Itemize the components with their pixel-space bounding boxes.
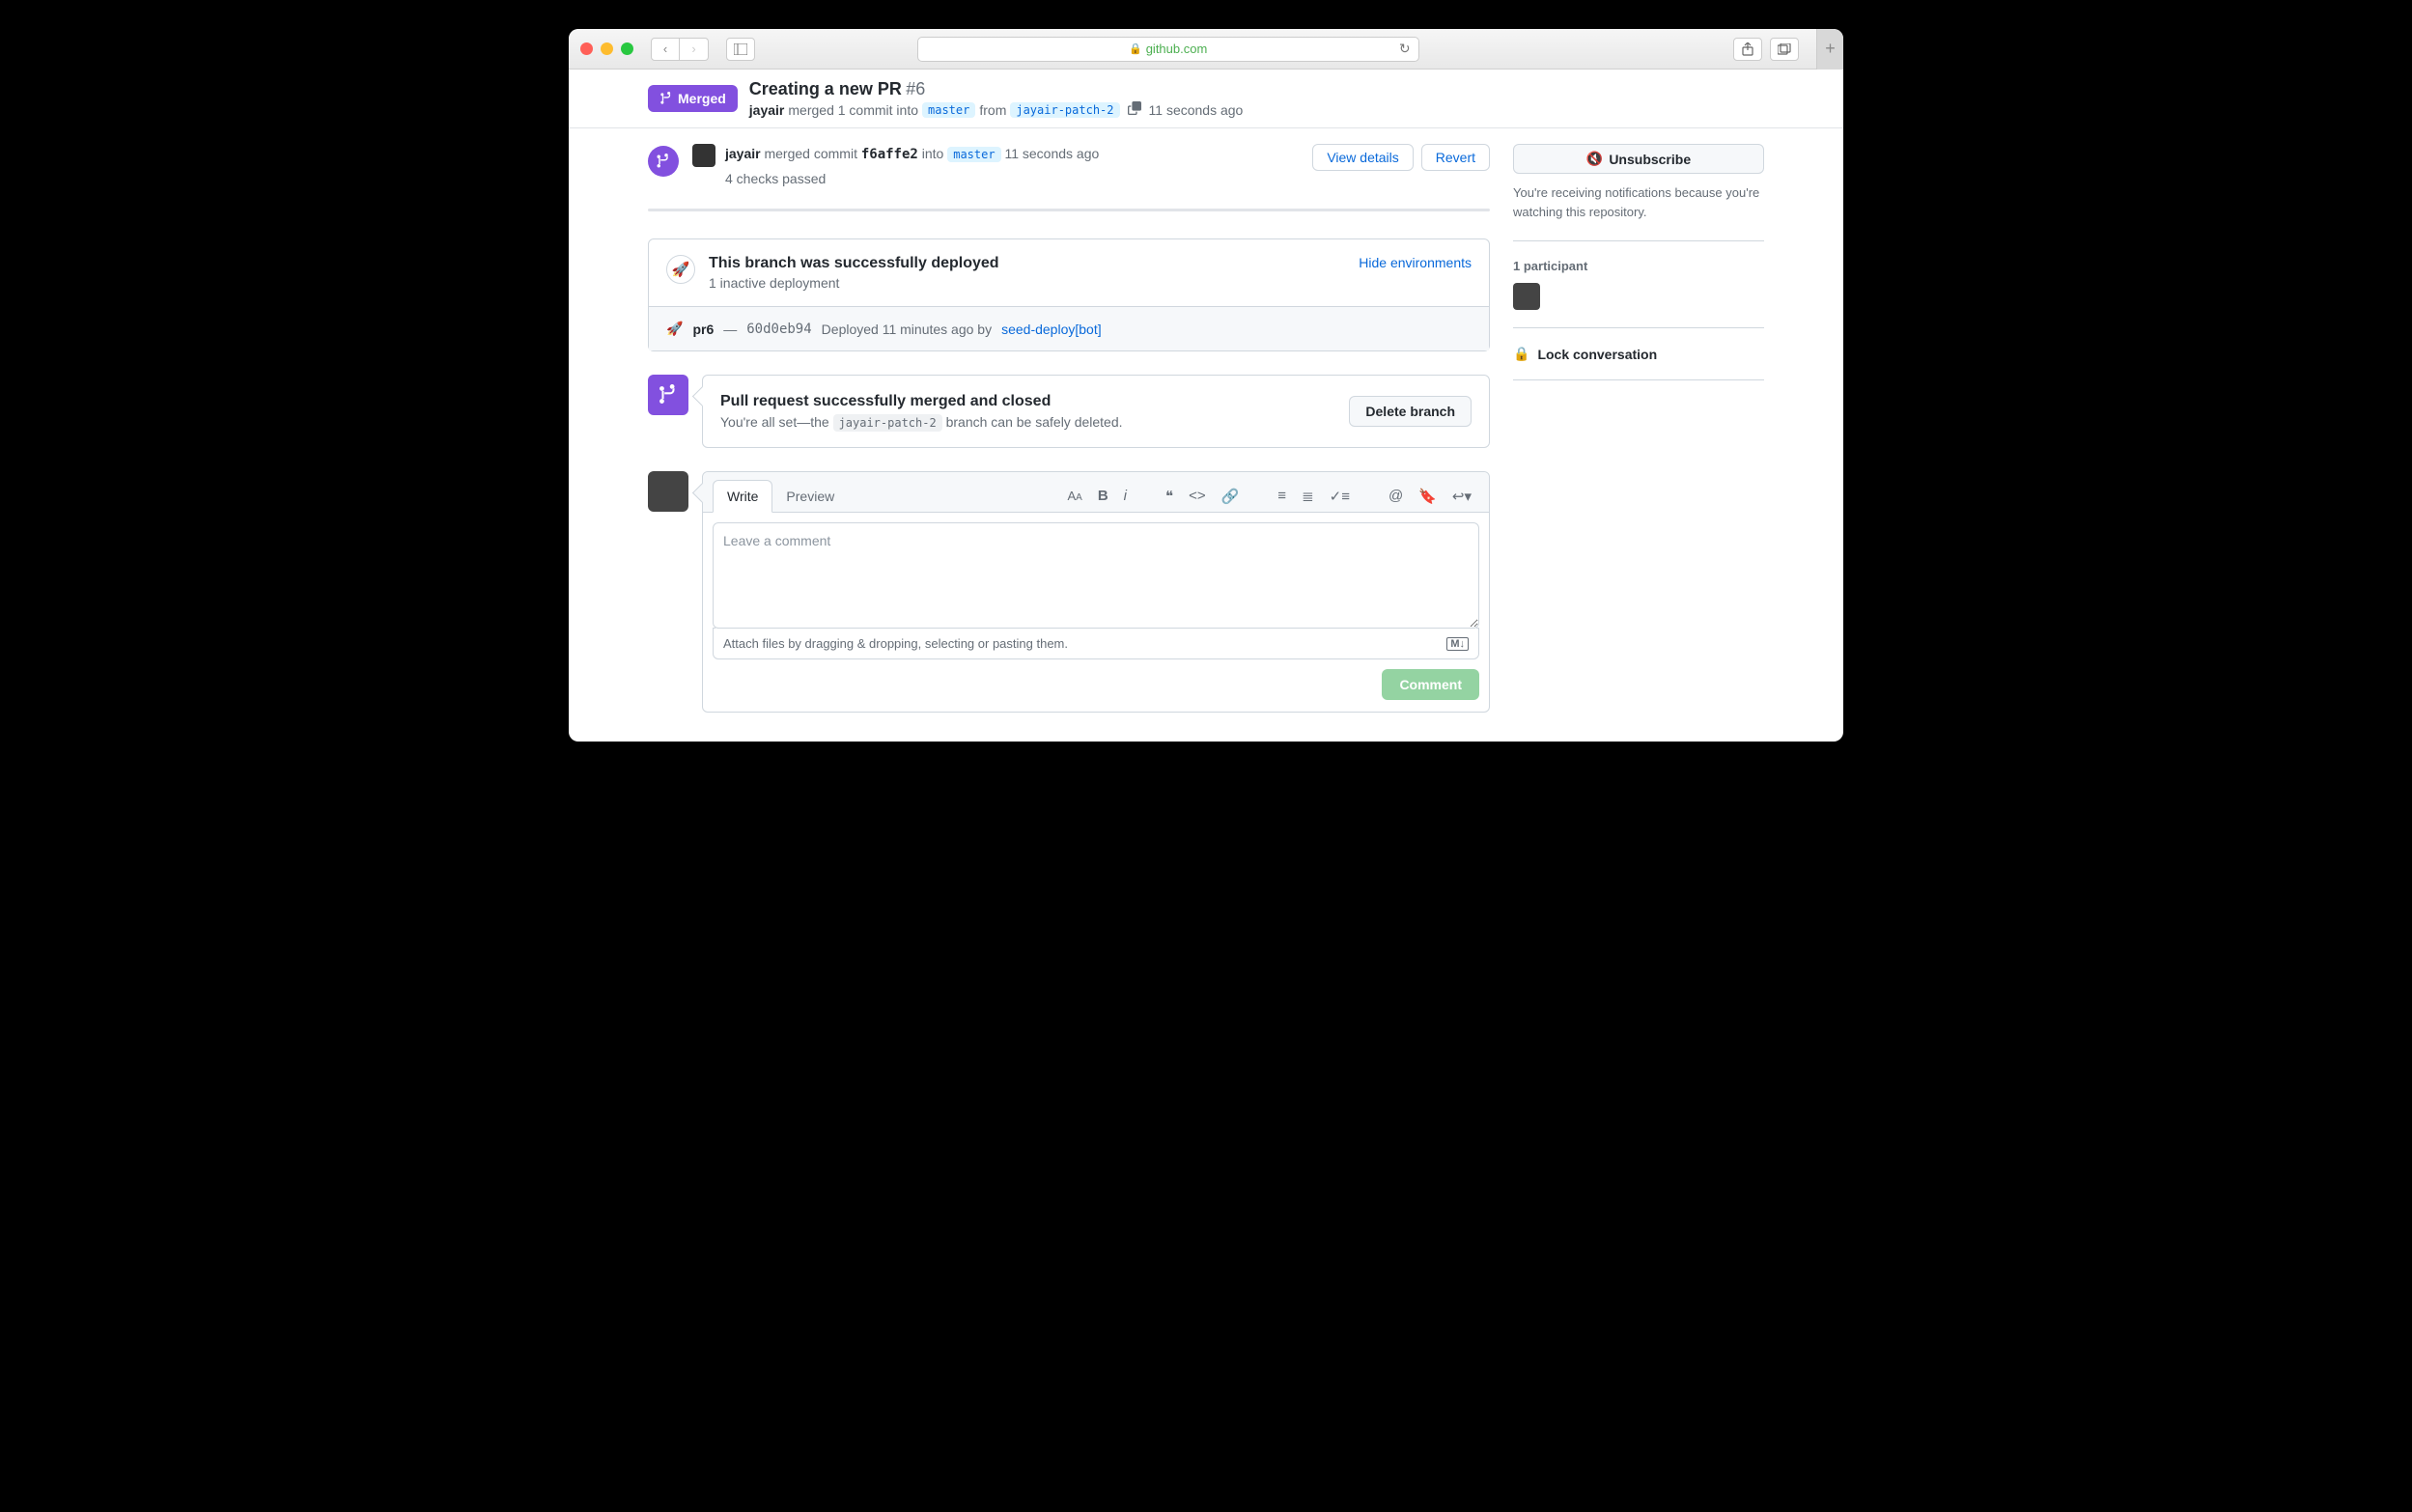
- avatar[interactable]: [692, 144, 715, 167]
- sidebar-divider: [1513, 379, 1764, 380]
- env-name[interactable]: pr6: [692, 322, 714, 337]
- participant-avatar[interactable]: [1513, 283, 1540, 310]
- copy-icon[interactable]: [1128, 101, 1141, 118]
- subscription-reason: You're receiving notifications because y…: [1513, 183, 1764, 221]
- preview-tab[interactable]: Preview: [772, 481, 848, 512]
- reload-icon[interactable]: ↻: [1399, 41, 1411, 57]
- event-author[interactable]: jayair: [725, 146, 761, 161]
- attach-hint[interactable]: Attach files by dragging & dropping, sel…: [713, 628, 1479, 659]
- timeline-divider: [648, 209, 1490, 211]
- lock-icon: 🔒: [1129, 42, 1142, 55]
- timeline-merge-event: jayair merged commit f6affe2 into master…: [648, 144, 1490, 189]
- bold-icon[interactable]: B: [1098, 488, 1108, 504]
- deletable-branch-tag: jayair-patch-2: [833, 414, 942, 432]
- view-details-button[interactable]: View details: [1312, 144, 1413, 171]
- merge-summary: Pull request successfully merged and clo…: [648, 375, 1490, 448]
- zoom-window-icon[interactable]: [621, 42, 633, 55]
- merged-badge-label: Merged: [678, 91, 726, 106]
- link-icon[interactable]: 🔗: [1221, 488, 1240, 505]
- forward-button[interactable]: ›: [680, 38, 709, 61]
- share-button[interactable]: [1733, 38, 1762, 61]
- deploy-title: This branch was successfully deployed: [709, 255, 999, 272]
- pr-title: Creating a new PR: [749, 79, 902, 98]
- window-controls: [580, 42, 633, 55]
- ol-icon[interactable]: ≣: [1302, 488, 1314, 505]
- sidebar: 🔇 Unsubscribe You're receiving notificat…: [1513, 144, 1764, 713]
- deploy-bot-link[interactable]: seed-deploy[bot]: [1001, 322, 1102, 337]
- formatting-toolbar: AA B i ❝ <> 🔗 ≡ ≣ ✓≡: [1067, 488, 1479, 505]
- italic-icon[interactable]: i: [1124, 488, 1127, 504]
- target-branch-tag[interactable]: master: [947, 147, 1000, 162]
- deployment-row: 🚀 pr6 — 60d0eb94 Deployed 11 minutes ago…: [649, 306, 1489, 350]
- merge-large-icon: [648, 375, 688, 415]
- pr-time: 11 seconds ago: [1149, 102, 1244, 118]
- ul-icon[interactable]: ≡: [1277, 488, 1286, 504]
- heading-icon[interactable]: AA: [1067, 489, 1081, 503]
- quote-icon[interactable]: ❝: [1165, 488, 1173, 505]
- back-button[interactable]: ‹: [651, 38, 680, 61]
- commit-hash[interactable]: f6affe2: [861, 147, 918, 162]
- write-tab[interactable]: Write: [713, 480, 772, 513]
- rocket-icon: 🚀: [666, 255, 695, 284]
- checks-status: 4 checks passed: [725, 169, 1303, 189]
- lock-icon: 🔒: [1513, 346, 1529, 362]
- browser-titlebar: ‹ › 🔒 github.com ↻ +: [569, 29, 1843, 70]
- sidebar-toggle-button[interactable]: [726, 38, 755, 61]
- merge-title: Pull request successfully merged and clo…: [720, 393, 1123, 410]
- url-text: github.com: [1146, 42, 1208, 56]
- deploy-sha[interactable]: 60d0eb94: [746, 322, 811, 337]
- nav-buttons: ‹ ›: [651, 38, 709, 61]
- sidebar-divider: [1513, 327, 1764, 328]
- url-bar[interactable]: 🔒 github.com ↻: [917, 37, 1419, 62]
- browser-window: ‹ › 🔒 github.com ↻ + Merged: [569, 29, 1843, 742]
- unsubscribe-button[interactable]: 🔇 Unsubscribe: [1513, 144, 1764, 174]
- base-branch-tag[interactable]: master: [922, 102, 975, 118]
- participants-heading: 1 participant: [1513, 259, 1764, 273]
- revert-button[interactable]: Revert: [1421, 144, 1490, 171]
- tabs-button[interactable]: [1770, 38, 1799, 61]
- pr-author[interactable]: jayair: [749, 102, 785, 118]
- deploy-subtitle: 1 inactive deployment: [709, 275, 999, 291]
- mute-icon: 🔇: [1586, 151, 1603, 167]
- deployments-panel: 🚀 This branch was successfully deployed …: [648, 238, 1490, 351]
- new-tab-button[interactable]: +: [1816, 29, 1843, 70]
- delete-branch-button[interactable]: Delete branch: [1349, 396, 1472, 427]
- reference-icon[interactable]: 🔖: [1418, 488, 1437, 505]
- head-branch-tag[interactable]: jayair-patch-2: [1010, 102, 1119, 118]
- markdown-icon[interactable]: M↓: [1446, 637, 1469, 651]
- reply-icon[interactable]: ↩︎▾: [1452, 488, 1472, 505]
- pr-header: Merged Creating a new PR #6 jayair merge…: [569, 70, 1843, 128]
- current-user-avatar[interactable]: [648, 471, 688, 512]
- event-time: 11 seconds ago: [1001, 146, 1100, 161]
- code-icon[interactable]: <>: [1189, 488, 1206, 504]
- hide-environments-link[interactable]: Hide environments: [1359, 255, 1472, 270]
- merged-badge: Merged: [648, 85, 738, 112]
- comment-submit-button[interactable]: Comment: [1382, 669, 1479, 700]
- lock-conversation-link[interactable]: 🔒 Lock conversation: [1513, 346, 1764, 362]
- tasklist-icon[interactable]: ✓≡: [1330, 488, 1350, 505]
- pr-number: #6: [906, 79, 925, 98]
- rocket-small-icon: 🚀: [666, 321, 683, 337]
- minimize-window-icon[interactable]: [601, 42, 613, 55]
- close-window-icon[interactable]: [580, 42, 593, 55]
- merge-icon: [648, 146, 679, 177]
- comment-composer: Write Preview AA B i ❝ <> 🔗: [648, 471, 1490, 713]
- sidebar-divider: [1513, 240, 1764, 241]
- mention-icon[interactable]: @: [1388, 488, 1403, 504]
- comment-textarea[interactable]: [713, 522, 1479, 629]
